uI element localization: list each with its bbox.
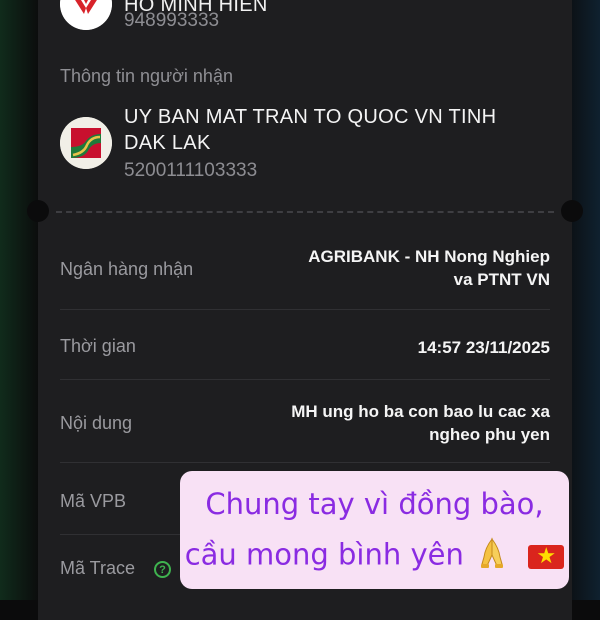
content-value-line2: ngheo phu yen bbox=[429, 425, 550, 444]
content-value-line1: MH ung ho ba con bao lu cac xa bbox=[291, 402, 550, 421]
receiving-bank-value: AGRIBANK - NH Nong Nghiep va PTNT VN bbox=[308, 245, 550, 291]
background-glow-left bbox=[0, 0, 40, 600]
content-label: Nội dung bbox=[60, 413, 133, 433]
content-value: MH ung ho ba con bao lu cac xa ngheo phu… bbox=[291, 400, 550, 446]
receiving-bank-value-line2: va PTNT VN bbox=[453, 270, 550, 289]
overlay-line-2-wrapper: cầu mong bình yên ★ bbox=[180, 537, 569, 576]
row-divider bbox=[60, 462, 550, 463]
overlay-line-1: Chung tay vì đồng bào, bbox=[205, 487, 544, 521]
time-value: 14:57 23/11/2025 bbox=[417, 338, 550, 357]
vpb-code-label: Mã VPB bbox=[60, 491, 127, 511]
receipt-notch-right bbox=[561, 200, 583, 222]
sender-bank-logo bbox=[60, 0, 112, 30]
receiver-section-label: Thông tin người nhận bbox=[60, 66, 233, 86]
dashed-separator bbox=[56, 211, 554, 213]
overlay-line-2: cầu mong bình yên bbox=[184, 537, 464, 572]
trace-code-label: Mã Trace bbox=[60, 558, 136, 578]
row-divider bbox=[60, 309, 550, 310]
receiver-account-number: 5200111103333 bbox=[124, 160, 258, 181]
receipt-notch-left bbox=[27, 200, 49, 222]
receiver-name: UY BAN MAT TRAN TO QUOC VN TINH DAK LAK bbox=[124, 106, 497, 154]
time-label: Thời gian bbox=[60, 336, 136, 356]
vietnam-flag-icon: ★ bbox=[528, 544, 565, 569]
folded-hands-icon bbox=[477, 537, 507, 576]
sender-account-number: 948993333 bbox=[124, 10, 220, 31]
message-overlay-sticker: Chung tay vì đồng bào, cầu mong bình yên… bbox=[180, 471, 569, 589]
receiver-bank-logo bbox=[60, 117, 112, 169]
receiving-bank-value-line1: AGRIBANK - NH Nong Nghiep bbox=[308, 247, 550, 266]
receiving-bank-label: Ngân hàng nhận bbox=[60, 259, 194, 279]
help-circle-icon[interactable]: ? bbox=[154, 561, 171, 578]
row-divider bbox=[60, 379, 550, 380]
